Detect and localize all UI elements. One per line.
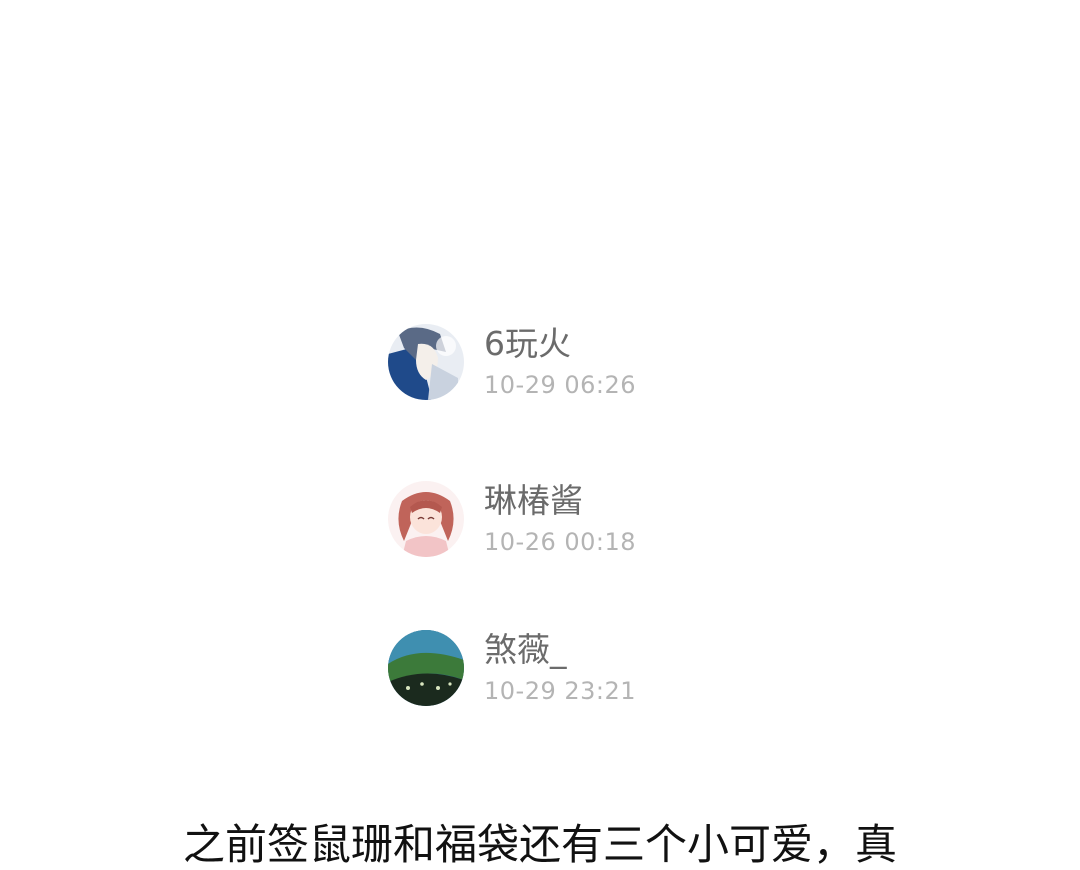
user-name[interactable]: 6玩火 <box>484 324 571 364</box>
avatar[interactable] <box>388 324 464 400</box>
user-name[interactable]: 煞薇_ <box>484 630 567 670</box>
timestamp: 10-29 23:21 <box>484 677 637 705</box>
caption-text: 之前签鼠珊和福袋还有三个小可爱，真 <box>182 820 897 869</box>
avatar[interactable] <box>388 481 464 557</box>
avatar[interactable] <box>388 630 464 706</box>
list-item[interactable]: 6玩火 10-29 06:26 <box>388 324 788 400</box>
anime-boy-avatar-icon <box>388 324 464 400</box>
list-item[interactable]: 煞薇_ 10-29 23:21 <box>388 630 788 706</box>
anime-girl-avatar-icon <box>388 481 464 557</box>
list-item[interactable]: 琳椿酱 10-26 00:18 <box>388 481 788 557</box>
landscape-avatar-icon <box>388 630 464 706</box>
user-name[interactable]: 琳椿酱 <box>484 481 583 521</box>
timestamp: 10-29 06:26 <box>484 371 637 399</box>
timestamp: 10-26 00:18 <box>484 528 637 556</box>
